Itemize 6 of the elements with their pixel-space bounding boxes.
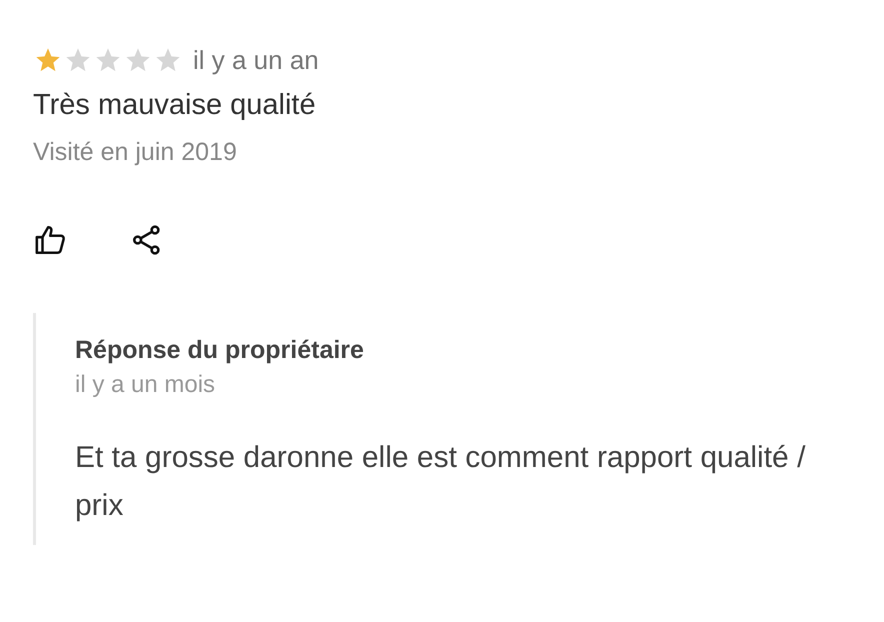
review-time: il y a un an [193, 44, 319, 76]
response-time: il y a un mois [75, 370, 216, 400]
visit-date: Visité en juin 2019 [33, 137, 238, 167]
review-title: Très mauvaise qualité [33, 88, 317, 122]
response-heading: Réponse du propriétaire [75, 335, 365, 366]
response-text: Et ta grosse daronne elle est comment rapport qualité / prix [75, 440, 806, 524]
